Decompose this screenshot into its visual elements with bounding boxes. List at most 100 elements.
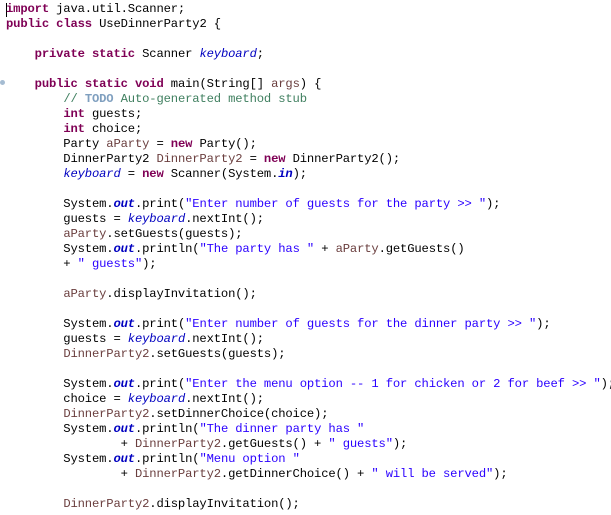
code-text: System. — [6, 377, 114, 391]
code-text: .getGuests() — [378, 242, 465, 256]
code-text: ); — [536, 317, 551, 331]
code-text: System. — [6, 422, 114, 436]
code-line[interactable]: DinnerParty2.displayInvitation(); — [6, 497, 611, 512]
code-line[interactable]: + DinnerParty2.getGuests() + " guests"); — [6, 437, 611, 452]
code-line[interactable]: System.out.print("Enter number of guests… — [6, 317, 611, 332]
local-ref: aParty — [106, 137, 150, 151]
code-line[interactable]: choice = keyboard.nextInt(); — [6, 392, 611, 407]
code-line[interactable]: aParty.setGuests(guests); — [6, 227, 611, 242]
keyword: public — [34, 77, 78, 91]
keyword: class — [56, 17, 92, 31]
code-line[interactable] — [6, 482, 611, 497]
code-text: DinnerParty2 — [6, 152, 157, 166]
code-line[interactable]: DinnerParty2.setDinnerChoice(choice); — [6, 407, 611, 422]
keyword: static — [84, 77, 128, 91]
code-line[interactable]: int choice; — [6, 122, 611, 137]
code-line[interactable] — [6, 272, 611, 287]
code-text: ); — [600, 377, 611, 391]
code-text: ); — [493, 467, 508, 481]
code-text: .setGuests(guests); — [149, 347, 286, 361]
keyword: import — [6, 2, 49, 16]
code-line[interactable]: System.out.println("Menu option " — [6, 452, 611, 467]
code-line[interactable] — [6, 62, 611, 77]
keyword: new — [263, 152, 286, 166]
code-line[interactable]: + DinnerParty2.getDinnerChoice() + " wil… — [6, 467, 611, 482]
string-literal: "The dinner party has " — [199, 422, 365, 436]
code-text: main(String[] — [163, 77, 272, 91]
keyword: new — [170, 137, 193, 151]
code-text: .println( — [134, 242, 200, 256]
string-literal: "Enter number of guests for the party >>… — [185, 197, 487, 211]
code-text: ); — [392, 437, 408, 451]
code-text: .getDinnerChoice() + — [220, 467, 372, 481]
code-text: java.util.Scanner; — [48, 2, 186, 16]
code-line[interactable]: System.out.println("The party has " + aP… — [6, 242, 611, 257]
static-field-ref: out — [113, 197, 135, 211]
code-text: + — [6, 467, 135, 481]
code-text: Party — [6, 137, 107, 151]
code-text: .print( — [134, 377, 186, 391]
static-field-ref: in — [278, 167, 293, 181]
code-line[interactable]: guests = keyboard.nextInt(); — [6, 212, 611, 227]
fold-marker-icon[interactable] — [0, 80, 5, 85]
string-literal: "Enter the menu option -- 1 for chicken … — [185, 377, 601, 391]
local-ref: DinnerParty2 — [134, 467, 221, 481]
code-text: Scanner(System. — [163, 167, 279, 181]
code-text: guests = — [6, 212, 128, 226]
keyword: int — [63, 107, 85, 121]
code-text: ); — [142, 257, 157, 271]
code-line[interactable] — [6, 182, 611, 197]
local-ref: DinnerParty2 — [63, 347, 150, 361]
code-line[interactable] — [6, 362, 611, 377]
code-line[interactable]: import java.util.Scanner; — [6, 2, 611, 17]
code-line[interactable]: guests = keyboard.nextInt(); — [6, 332, 611, 347]
code-line[interactable]: System.out.print("Enter number of guests… — [6, 197, 611, 212]
code-line[interactable]: // TODO Auto-generated method stub — [6, 92, 611, 107]
code-line[interactable]: int guests; — [6, 107, 611, 122]
keyword: static — [91, 47, 135, 61]
code-line[interactable]: aParty.displayInvitation(); — [6, 287, 611, 302]
static-field-ref: out — [113, 377, 135, 391]
code-line[interactable]: Party aParty = new Party(); — [6, 137, 611, 152]
local-ref: DinnerParty2 — [156, 152, 243, 166]
code-text: System. — [6, 197, 114, 211]
field-ref: keyboard — [127, 392, 186, 406]
string-literal: "Menu option " — [199, 452, 300, 466]
code-text: .getGuests() + — [220, 437, 329, 451]
keyword: void — [134, 77, 164, 91]
code-line[interactable] — [6, 32, 611, 47]
string-literal: "The party has " — [199, 242, 315, 256]
code-line[interactable]: System.out.println("The dinner party has… — [6, 422, 611, 437]
todo-tag: TODO — [84, 92, 114, 106]
field-ref: keyboard — [127, 332, 186, 346]
code-line[interactable]: keyboard = new Scanner(System.in); — [6, 167, 611, 182]
string-literal: "Enter number of guests for the dinner p… — [185, 317, 537, 331]
string-literal: " guests" — [328, 437, 393, 451]
code-line[interactable] — [6, 302, 611, 317]
source-code[interactable]: import java.util.Scanner; public class Us… — [6, 2, 611, 512]
code-text: + — [6, 257, 78, 271]
code-line[interactable]: DinnerParty2.setGuests(guests); — [6, 347, 611, 362]
code-line[interactable]: public class UseDinnerParty2 { — [6, 17, 611, 32]
code-line[interactable]: DinnerParty2 DinnerParty2 = new DinnerPa… — [6, 152, 611, 167]
field-ref: keyboard — [63, 167, 121, 181]
code-line[interactable]: System.out.print("Enter the menu option … — [6, 377, 611, 392]
code-line[interactable]: + " guests"); — [6, 257, 611, 272]
code-text: .displayInvitation(); — [106, 287, 257, 301]
code-text: .print( — [134, 317, 186, 331]
code-editor[interactable]: import java.util.Scanner; public class Us… — [0, 0, 611, 515]
code-text: = — [242, 152, 264, 166]
code-line[interactable]: public static void main(String[] args) { — [6, 77, 611, 92]
code-text: Party(); — [192, 137, 257, 151]
code-line[interactable]: private static Scanner keyboard; — [6, 47, 611, 62]
code-text: = — [120, 167, 143, 181]
static-field-ref: out — [113, 422, 135, 436]
